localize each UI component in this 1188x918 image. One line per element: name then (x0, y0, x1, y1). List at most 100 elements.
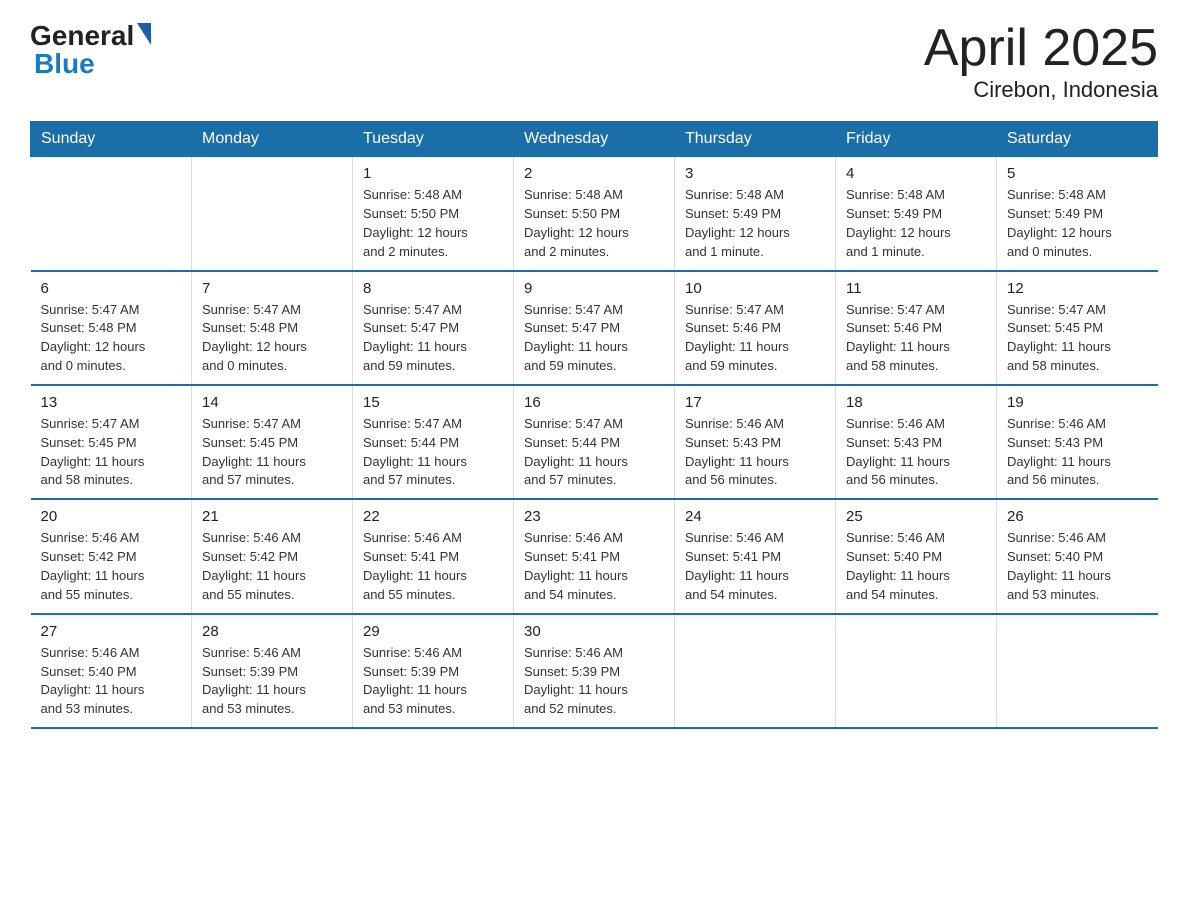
day-number: 29 (363, 623, 503, 640)
calendar-cell: 15 Sunrise: 5:47 AM Sunset: 5:44 PM Dayli… (353, 385, 514, 499)
calendar-week-row: 27 Sunrise: 5:46 AM Sunset: 5:40 PM Dayli… (31, 614, 1158, 728)
day-info: Sunrise: 5:46 AM Sunset: 5:41 PM Dayligh… (524, 529, 664, 604)
calendar-table: SundayMondayTuesdayWednesdayThursdayFrid… (30, 121, 1158, 729)
day-of-week-header: Friday (836, 122, 997, 157)
calendar-cell: 21 Sunrise: 5:46 AM Sunset: 5:42 PM Dayli… (192, 499, 353, 613)
day-number: 18 (846, 394, 986, 411)
day-info: Sunrise: 5:47 AM Sunset: 5:45 PM Dayligh… (202, 415, 342, 490)
day-of-week-header: Tuesday (353, 122, 514, 157)
calendar-cell: 9 Sunrise: 5:47 AM Sunset: 5:47 PM Daylig… (514, 271, 675, 385)
day-info: Sunrise: 5:48 AM Sunset: 5:50 PM Dayligh… (363, 186, 503, 261)
title-block: April 2025 Cirebon, Indonesia (924, 20, 1158, 103)
day-number: 7 (202, 280, 342, 297)
calendar-cell: 14 Sunrise: 5:47 AM Sunset: 5:45 PM Dayli… (192, 385, 353, 499)
day-info: Sunrise: 5:46 AM Sunset: 5:40 PM Dayligh… (846, 529, 986, 604)
day-info: Sunrise: 5:46 AM Sunset: 5:43 PM Dayligh… (1007, 415, 1148, 490)
day-info: Sunrise: 5:47 AM Sunset: 5:46 PM Dayligh… (685, 301, 825, 376)
page-header: General Blue April 2025 Cirebon, Indones… (30, 20, 1158, 103)
calendar-cell: 17 Sunrise: 5:46 AM Sunset: 5:43 PM Dayli… (675, 385, 836, 499)
logo: General Blue (30, 20, 151, 80)
day-number: 1 (363, 165, 503, 182)
day-number: 16 (524, 394, 664, 411)
day-info: Sunrise: 5:46 AM Sunset: 5:39 PM Dayligh… (202, 644, 342, 719)
calendar-cell (997, 614, 1158, 728)
day-number: 9 (524, 280, 664, 297)
calendar-cell: 27 Sunrise: 5:46 AM Sunset: 5:40 PM Dayli… (31, 614, 192, 728)
day-number: 11 (846, 280, 986, 297)
day-number: 3 (685, 165, 825, 182)
calendar-week-row: 1 Sunrise: 5:48 AM Sunset: 5:50 PM Daylig… (31, 157, 1158, 271)
logo-blue-text: Blue (34, 48, 95, 79)
day-number: 21 (202, 508, 342, 525)
calendar-cell: 23Sunrise: 5:46 AM Sunset: 5:41 PM Dayli… (514, 499, 675, 613)
calendar-cell: 16 Sunrise: 5:47 AM Sunset: 5:44 PM Dayli… (514, 385, 675, 499)
day-info: Sunrise: 5:47 AM Sunset: 5:48 PM Dayligh… (202, 301, 342, 376)
day-of-week-header: Monday (192, 122, 353, 157)
day-info: Sunrise: 5:48 AM Sunset: 5:49 PM Dayligh… (1007, 186, 1148, 261)
day-number: 6 (41, 280, 182, 297)
day-info: Sunrise: 5:46 AM Sunset: 5:39 PM Dayligh… (524, 644, 664, 719)
day-number: 4 (846, 165, 986, 182)
days-of-week-row: SundayMondayTuesdayWednesdayThursdayFrid… (31, 122, 1158, 157)
day-info: Sunrise: 5:46 AM Sunset: 5:41 PM Dayligh… (685, 529, 825, 604)
calendar-cell: 7 Sunrise: 5:47 AM Sunset: 5:48 PM Daylig… (192, 271, 353, 385)
day-number: 22 (363, 508, 503, 525)
calendar-cell: 12 Sunrise: 5:47 AM Sunset: 5:45 PM Dayli… (997, 271, 1158, 385)
day-of-week-header: Thursday (675, 122, 836, 157)
calendar-cell: 24 Sunrise: 5:46 AM Sunset: 5:41 PM Dayli… (675, 499, 836, 613)
page-subtitle: Cirebon, Indonesia (924, 77, 1158, 103)
day-info: Sunrise: 5:47 AM Sunset: 5:44 PM Dayligh… (524, 415, 664, 490)
day-number: 2 (524, 165, 664, 182)
calendar-cell: 18 Sunrise: 5:46 AM Sunset: 5:43 PM Dayli… (836, 385, 997, 499)
day-info: Sunrise: 5:47 AM Sunset: 5:45 PM Dayligh… (1007, 301, 1148, 376)
calendar-cell: 30 Sunrise: 5:46 AM Sunset: 5:39 PM Dayli… (514, 614, 675, 728)
day-info: Sunrise: 5:47 AM Sunset: 5:47 PM Dayligh… (363, 301, 503, 376)
day-info: Sunrise: 5:47 AM Sunset: 5:44 PM Dayligh… (363, 415, 503, 490)
logo-triangle-icon (137, 23, 151, 45)
calendar-cell: 5Sunrise: 5:48 AM Sunset: 5:49 PM Daylig… (997, 157, 1158, 271)
day-info: Sunrise: 5:46 AM Sunset: 5:42 PM Dayligh… (41, 529, 182, 604)
calendar-week-row: 20 Sunrise: 5:46 AM Sunset: 5:42 PM Dayli… (31, 499, 1158, 613)
day-info: Sunrise: 5:48 AM Sunset: 5:50 PM Dayligh… (524, 186, 664, 261)
day-number: 24 (685, 508, 825, 525)
day-info: Sunrise: 5:46 AM Sunset: 5:42 PM Dayligh… (202, 529, 342, 604)
calendar-body: 1 Sunrise: 5:48 AM Sunset: 5:50 PM Daylig… (31, 157, 1158, 728)
day-number: 25 (846, 508, 986, 525)
day-info: Sunrise: 5:46 AM Sunset: 5:43 PM Dayligh… (846, 415, 986, 490)
day-number: 15 (363, 394, 503, 411)
day-of-week-header: Wednesday (514, 122, 675, 157)
day-number: 28 (202, 623, 342, 640)
day-number: 17 (685, 394, 825, 411)
calendar-week-row: 13 Sunrise: 5:47 AM Sunset: 5:45 PM Dayli… (31, 385, 1158, 499)
calendar-cell (31, 157, 192, 271)
day-number: 30 (524, 623, 664, 640)
day-number: 27 (41, 623, 182, 640)
calendar-cell: 28 Sunrise: 5:46 AM Sunset: 5:39 PM Dayli… (192, 614, 353, 728)
calendar-cell: 4Sunrise: 5:48 AM Sunset: 5:49 PM Daylig… (836, 157, 997, 271)
page-title: April 2025 (924, 20, 1158, 77)
calendar-cell: 26Sunrise: 5:46 AM Sunset: 5:40 PM Dayli… (997, 499, 1158, 613)
day-info: Sunrise: 5:46 AM Sunset: 5:40 PM Dayligh… (41, 644, 182, 719)
calendar-header: SundayMondayTuesdayWednesdayThursdayFrid… (31, 122, 1158, 157)
calendar-cell (836, 614, 997, 728)
day-info: Sunrise: 5:46 AM Sunset: 5:39 PM Dayligh… (363, 644, 503, 719)
day-info: Sunrise: 5:47 AM Sunset: 5:47 PM Dayligh… (524, 301, 664, 376)
day-info: Sunrise: 5:47 AM Sunset: 5:48 PM Dayligh… (41, 301, 182, 376)
day-number: 13 (41, 394, 182, 411)
day-number: 8 (363, 280, 503, 297)
calendar-week-row: 6 Sunrise: 5:47 AM Sunset: 5:48 PM Daylig… (31, 271, 1158, 385)
day-info: Sunrise: 5:46 AM Sunset: 5:43 PM Dayligh… (685, 415, 825, 490)
calendar-cell: 13Sunrise: 5:47 AM Sunset: 5:45 PM Dayli… (31, 385, 192, 499)
day-info: Sunrise: 5:47 AM Sunset: 5:46 PM Dayligh… (846, 301, 986, 376)
calendar-cell: 2 Sunrise: 5:48 AM Sunset: 5:50 PM Daylig… (514, 157, 675, 271)
day-info: Sunrise: 5:48 AM Sunset: 5:49 PM Dayligh… (685, 186, 825, 261)
calendar-cell: 10Sunrise: 5:47 AM Sunset: 5:46 PM Dayli… (675, 271, 836, 385)
calendar-cell: 3 Sunrise: 5:48 AM Sunset: 5:49 PM Daylig… (675, 157, 836, 271)
day-number: 14 (202, 394, 342, 411)
day-number: 12 (1007, 280, 1148, 297)
calendar-cell: 20 Sunrise: 5:46 AM Sunset: 5:42 PM Dayli… (31, 499, 192, 613)
day-number: 20 (41, 508, 182, 525)
calendar-cell: 6 Sunrise: 5:47 AM Sunset: 5:48 PM Daylig… (31, 271, 192, 385)
calendar-cell: 1 Sunrise: 5:48 AM Sunset: 5:50 PM Daylig… (353, 157, 514, 271)
day-of-week-header: Sunday (31, 122, 192, 157)
